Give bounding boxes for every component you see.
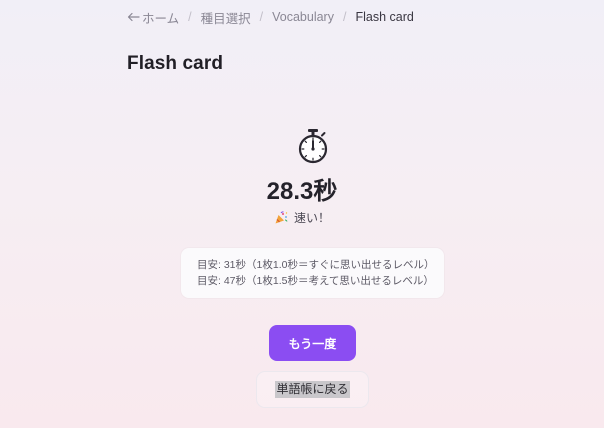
breadcrumb-separator: /	[259, 10, 264, 24]
arrow-left-icon	[127, 12, 140, 22]
breadcrumb-home-label: ホーム	[142, 11, 180, 26]
party-popper-icon	[275, 211, 288, 224]
guide-card: 目安: 31秒（1枚1.0秒＝すぐに思い出せるレベル） 目安: 47秒（1枚1.…	[181, 248, 444, 298]
retry-button[interactable]: もう一度	[269, 325, 356, 361]
breadcrumb-separator: /	[188, 10, 192, 24]
back-to-wordbook-label: 単語帳に戻る	[275, 381, 350, 398]
elapsed-time: 28.3秒	[266, 178, 338, 205]
speed-rating: 速い！	[0, 210, 604, 226]
page-title: Flash card	[127, 53, 224, 74]
breadcrumb-section-link[interactable]: Vocabulary	[272, 10, 334, 24]
speed-label: 速い！	[293, 211, 330, 225]
breadcrumb-category-link[interactable]: 種目選択	[201, 8, 251, 27]
guide-line-fast: 目安: 31秒（1枚1.0秒＝すぐに思い出せるレベル）	[197, 259, 435, 271]
back-to-wordbook-button[interactable]: 単語帳に戻る	[256, 371, 369, 408]
breadcrumb-separator: /	[342, 10, 347, 24]
breadcrumb-home-link[interactable]: ホーム	[127, 8, 179, 27]
breadcrumb-current: Flash card	[355, 10, 414, 24]
stopwatch-icon	[298, 129, 328, 164]
guide-line-normal: 目安: 47秒（1枚1.5秒＝考えて思い出せるレベル）	[197, 275, 434, 287]
breadcrumb: ホーム / 種目選択 / Vocabulary / Flash card	[127, 8, 414, 27]
